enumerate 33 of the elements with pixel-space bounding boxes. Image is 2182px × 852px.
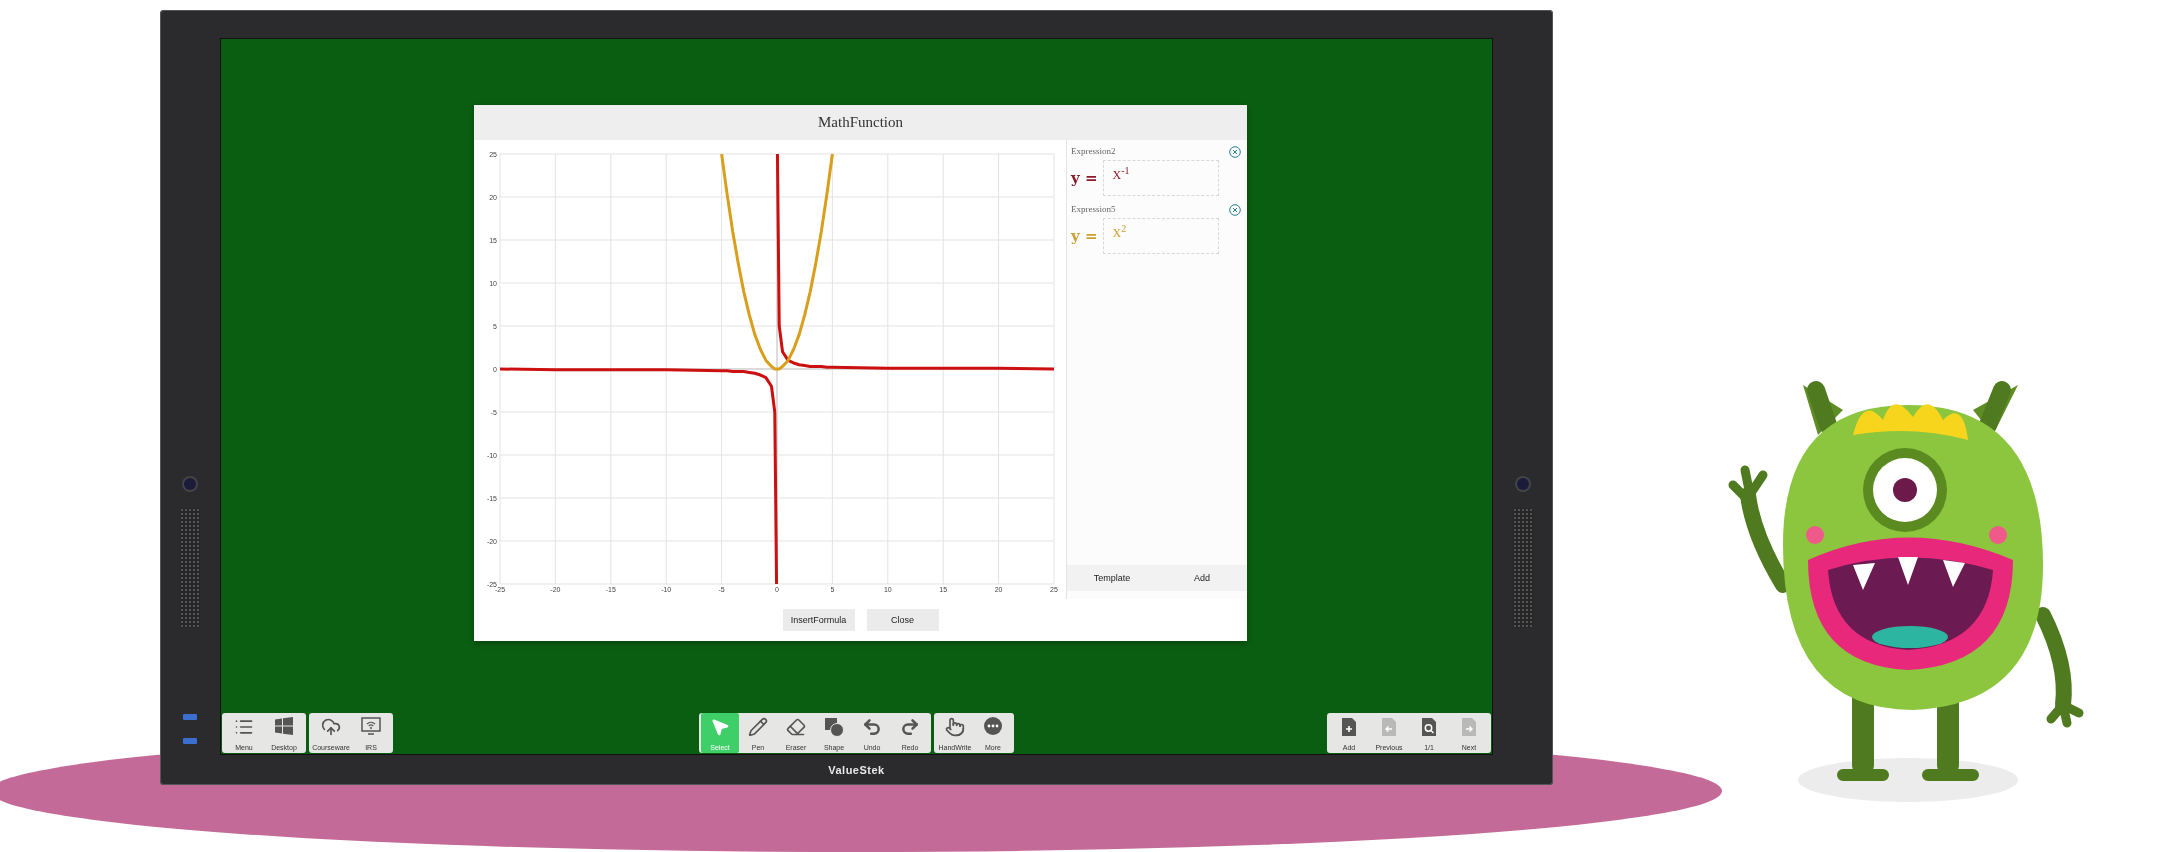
panel-button[interactable]: Template bbox=[1067, 565, 1157, 591]
eraser-icon bbox=[786, 717, 806, 737]
y-equals-label: y = bbox=[1071, 227, 1098, 245]
page-search-icon bbox=[1421, 717, 1437, 737]
usb-port bbox=[183, 714, 197, 720]
camera-lens bbox=[184, 478, 196, 490]
formula-input[interactable]: X$^{-1}$ bbox=[1102, 160, 1219, 196]
redo-icon bbox=[900, 717, 920, 737]
more-icon bbox=[984, 717, 1002, 735]
dialog-title: MathFunction bbox=[818, 114, 903, 131]
pencil-icon bbox=[748, 717, 768, 737]
dialog-button[interactable]: InsertFormula bbox=[782, 609, 855, 631]
page-left-arrow-icon bbox=[1381, 717, 1397, 737]
undo-icon bbox=[862, 717, 882, 737]
close-icon[interactable] bbox=[1229, 146, 1241, 158]
menu-icon bbox=[234, 717, 254, 737]
cursor-arrow-icon bbox=[710, 717, 730, 737]
brand-logo: ValueStek bbox=[828, 764, 885, 776]
square-circle-icon bbox=[824, 717, 844, 737]
page-add-icon bbox=[1341, 717, 1357, 737]
monitor-wifi-icon bbox=[361, 717, 381, 735]
close-icon[interactable] bbox=[1229, 204, 1241, 216]
page-right-arrow-icon bbox=[1461, 717, 1477, 737]
windows-logo-icon bbox=[275, 717, 293, 735]
y-equals-label: y = bbox=[1071, 169, 1098, 187]
cloud-upload-icon bbox=[321, 717, 341, 737]
expression-label: Expression5 bbox=[1071, 204, 1116, 214]
camera-lens bbox=[1517, 478, 1529, 490]
dialog-button[interactable]: Close bbox=[866, 609, 939, 631]
panel-button[interactable]: Add bbox=[1157, 565, 1247, 591]
expression-label: Expression2 bbox=[1071, 146, 1116, 156]
pointing-hand-icon bbox=[945, 717, 965, 737]
usb-port bbox=[183, 738, 197, 744]
